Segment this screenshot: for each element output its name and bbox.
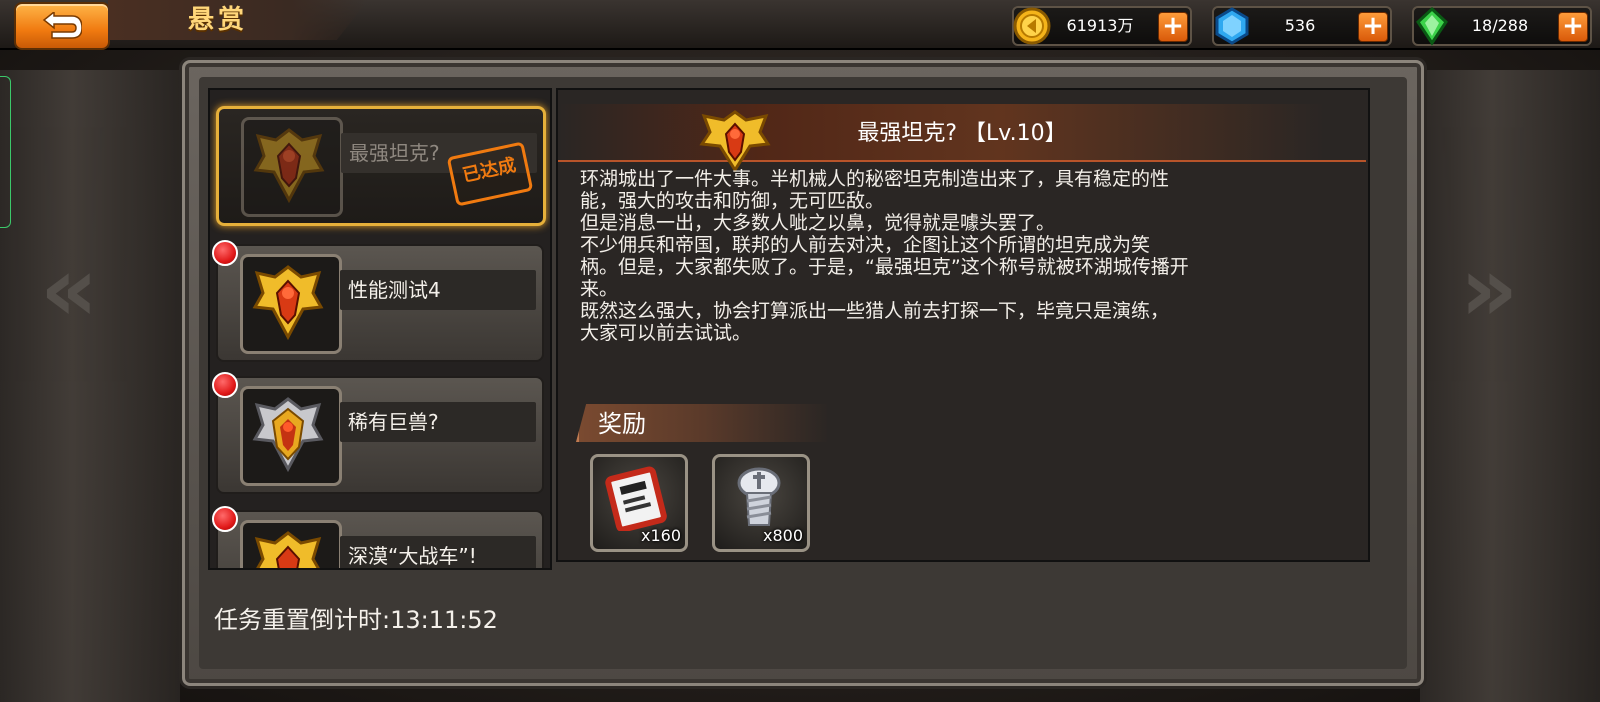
game-screen: « » 悬赏 61913万 + 536 + 18/288 + 最强坦克? 已达成… bbox=[0, 0, 1600, 702]
task-name: 性能测试4 bbox=[348, 278, 441, 302]
energy-resource: 18/288 + bbox=[1412, 6, 1592, 46]
right-wall-decoration: » bbox=[1420, 70, 1600, 702]
task-card[interactable]: 性能测试4 bbox=[212, 240, 544, 362]
gold-emblem-icon bbox=[253, 128, 325, 204]
gold-resource: 61913万 + bbox=[1012, 6, 1192, 46]
task-name: 最强坦克? bbox=[349, 141, 440, 165]
gold-emblem-icon bbox=[254, 531, 322, 568]
task-icon-frame bbox=[240, 254, 342, 354]
task-icon-frame bbox=[240, 520, 342, 568]
task-icon-frame bbox=[241, 117, 343, 217]
gold-emblem-icon bbox=[252, 265, 324, 341]
task-name-bar: 性能测试4 bbox=[340, 270, 536, 310]
diamond-resource: 536 + bbox=[1212, 6, 1392, 46]
detail-title: 最强坦克? 【Lv.10】 bbox=[857, 121, 1067, 146]
page-title: 悬赏 bbox=[188, 5, 249, 35]
task-name: 深漠“大战车”! bbox=[348, 544, 477, 568]
back-button[interactable] bbox=[14, 2, 110, 50]
top-bar: 悬赏 61913万 + 536 + 18/288 + bbox=[0, 0, 1600, 50]
blue-gem-icon bbox=[1215, 7, 1249, 45]
gold-value: 61913万 bbox=[1066, 16, 1134, 35]
task-card[interactable]: 稀有巨兽? bbox=[212, 372, 544, 494]
alert-dot bbox=[212, 240, 238, 266]
energy-value: 18/288 bbox=[1471, 16, 1529, 35]
reward-quantity: x800 bbox=[762, 526, 803, 545]
reward-item-ticket[interactable]: x160 bbox=[590, 454, 688, 552]
alert-dot bbox=[212, 506, 238, 532]
green-crystal-icon bbox=[1416, 6, 1448, 46]
task-card[interactable]: 深漠“大战车”! bbox=[212, 506, 544, 568]
reward-item-screw[interactable]: x800 bbox=[712, 454, 810, 552]
task-detail-panel: 最强坦克? 【Lv.10】 环湖城出了一件大事。半机械人的秘密坦克制造出来了，具… bbox=[556, 88, 1370, 562]
detail-header: 最强坦克? 【Lv.10】 bbox=[558, 104, 1366, 172]
back-arrow-icon bbox=[42, 12, 82, 39]
ticket-scroll-icon bbox=[605, 466, 667, 531]
chevron-right-decoration-icon: » bbox=[1460, 237, 1519, 342]
add-energy-button[interactable]: + bbox=[1558, 12, 1588, 42]
task-name-bar: 稀有巨兽? bbox=[340, 402, 536, 442]
reward-title: 奖励 bbox=[598, 410, 646, 438]
reward-quantity: x160 bbox=[640, 526, 681, 545]
screw-bolt-icon bbox=[737, 467, 781, 526]
task-name: 稀有巨兽? bbox=[348, 410, 439, 434]
task-card-selected[interactable]: 最强坦克? 已达成 bbox=[216, 106, 546, 226]
left-wall-decoration: « bbox=[0, 70, 180, 702]
diamond-value: 536 bbox=[1284, 16, 1316, 35]
gold-coin-icon bbox=[1013, 7, 1051, 45]
silver-gold-emblem-icon bbox=[252, 397, 324, 473]
task-name-bar: 深漠“大战车”! bbox=[340, 536, 536, 568]
task-list[interactable]: 最强坦克? 已达成 性能测试4 稀有巨兽? 深漠“大战车”! bbox=[208, 88, 552, 570]
alert-dot bbox=[212, 372, 238, 398]
add-gold-button[interactable]: + bbox=[1158, 12, 1188, 42]
reset-countdown: 任务重置倒计时:13:11:52 bbox=[214, 606, 498, 634]
chevron-left-decoration-icon: « bbox=[40, 237, 99, 342]
add-diamond-button[interactable]: + bbox=[1358, 12, 1388, 42]
side-tab-glow[interactable] bbox=[0, 76, 11, 228]
task-description: 环湖城出了一件大事。半机械人的秘密坦克制造出来了，具有稳定的性 能，强大的攻击和… bbox=[580, 168, 1189, 344]
task-icon-frame bbox=[240, 386, 342, 486]
